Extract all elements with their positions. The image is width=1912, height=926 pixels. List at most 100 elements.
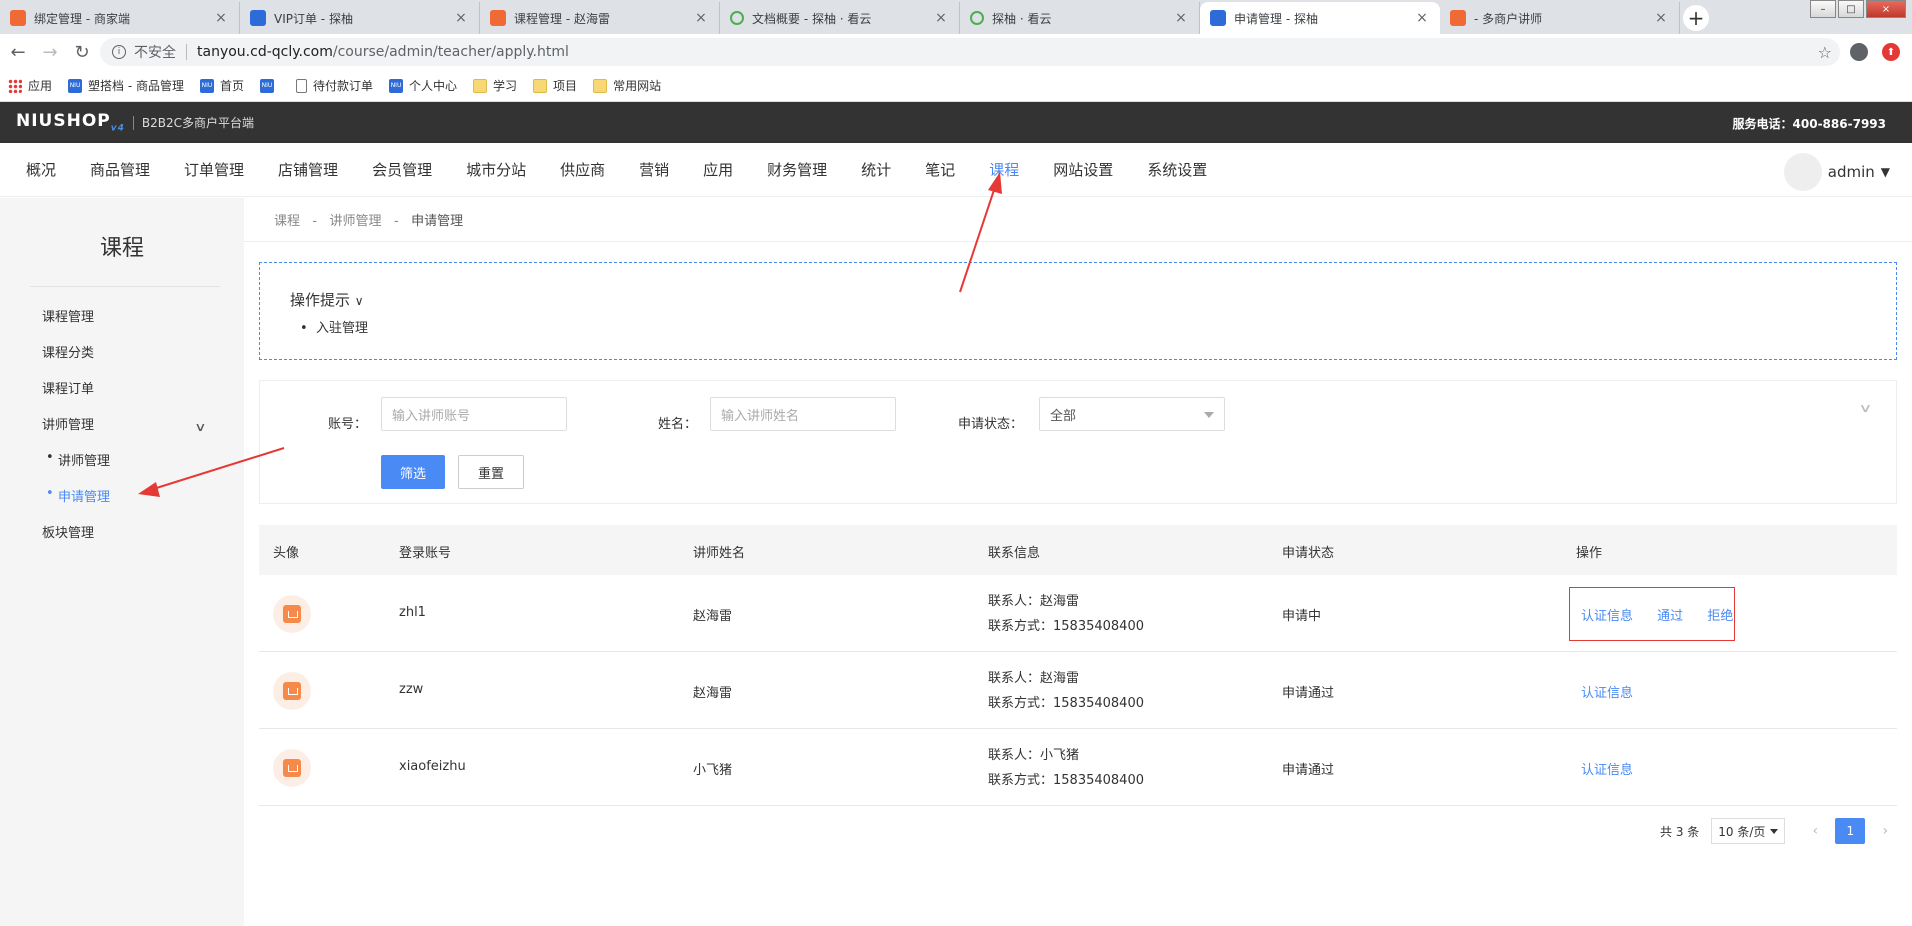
status-select[interactable]: 全部 <box>1039 397 1225 431</box>
tab-title: 文档概要 - 探柚 · 看云 <box>752 11 872 26</box>
nav-item-shops[interactable]: 店铺管理 <box>278 159 338 180</box>
bookmark-folder[interactable]: 常用网站 <box>593 77 661 94</box>
url-field[interactable]: i 不安全 tanyou.cd-qcly.com/course/admin/te… <box>100 38 1840 66</box>
chevron-down-icon[interactable]: ∨ <box>194 420 206 434</box>
maximize-icon[interactable]: □ <box>1838 0 1864 18</box>
cell-actions: 认证信息 <box>1581 682 1653 701</box>
browser-tab-active[interactable]: 申请管理 - 探柚 × <box>1200 2 1440 34</box>
prev-page-icon[interactable]: ‹ <box>1803 823 1827 839</box>
sidebar-item-blocks[interactable]: 板块管理 <box>42 522 94 541</box>
page-size-value: 10 条/页 <box>1718 824 1766 839</box>
avatar-placeholder-icon <box>283 759 301 777</box>
divider <box>30 286 220 287</box>
breadcrumb-item[interactable]: 课程 <box>274 214 300 229</box>
tips-toggle[interactable]: 操作提示 ∨ <box>290 289 364 310</box>
browser-tab[interactable]: - 多商户讲师 × <box>1440 2 1680 34</box>
browser-tab[interactable]: 课程管理 - 赵海雷 × <box>480 2 720 34</box>
nav-item-site-settings[interactable]: 网站设置 <box>1053 159 1113 180</box>
contact-phone: 联系方式：15835408400 <box>988 619 1144 634</box>
tips-title: 操作提示 <box>290 291 351 309</box>
tab-title: VIP订单 - 探柚 <box>274 11 353 26</box>
reload-icon[interactable]: ↻ <box>68 42 96 63</box>
nav-item-city[interactable]: 城市分站 <box>466 159 526 180</box>
view-certification-link[interactable]: 认证信息 <box>1581 686 1633 701</box>
collapse-chevron-icon[interactable]: ∨ <box>1859 401 1873 415</box>
nav-item-goods[interactable]: 商品管理 <box>90 159 150 180</box>
bookmark-item[interactable]: 待付款订单 <box>296 77 373 94</box>
tip-text: 入驻管理 <box>315 321 368 336</box>
browser-tab[interactable]: 绑定管理 - 商家端 × <box>0 2 240 34</box>
nav-item-apps[interactable]: 应用 <box>703 159 733 180</box>
cell-status: 申请通过 <box>1282 763 1335 778</box>
niu-icon: NIU <box>389 78 404 93</box>
bookmark-star-icon[interactable]: ☆ <box>1818 43 1832 62</box>
bookmark-item[interactable]: NIU <box>260 78 280 93</box>
nav-item-finance[interactable]: 财务管理 <box>767 159 827 180</box>
caret-down-icon: ▼ <box>1880 165 1890 179</box>
bookmark-item[interactable]: NIU 个人中心 <box>389 77 457 94</box>
table-header: 头像 登录账号 讲师姓名 联系信息 申请状态 操作 <box>259 525 1897 575</box>
contact-phone: 联系方式：15835408400 <box>988 696 1144 711</box>
close-tab-icon[interactable]: × <box>1653 10 1669 26</box>
nav-item-course[interactable]: 课程 <box>989 159 1019 180</box>
niu-icon: NIU <box>260 78 274 93</box>
sidebar-item-teacher-manage[interactable]: 讲师管理 <box>42 414 94 433</box>
close-tab-icon[interactable]: × <box>1414 10 1430 26</box>
reset-button[interactable]: 重置 <box>458 455 524 489</box>
highlight-box <box>1569 587 1735 641</box>
contact-person: 联系人：赵海雷 <box>988 671 1080 686</box>
profile-icon[interactable] <box>1850 43 1868 61</box>
nav-item-stats[interactable]: 统计 <box>861 159 891 180</box>
filter-button[interactable]: 筛选 <box>381 455 445 489</box>
sidebar-subitem-teachers[interactable]: 讲师管理 <box>46 450 110 469</box>
nav-item-supplier[interactable]: 供应商 <box>560 159 605 180</box>
sidebar-item-course-manage[interactable]: 课程管理 <box>42 306 94 325</box>
cell-name: 小飞猪 <box>693 763 733 778</box>
nav-item-system-settings[interactable]: 系统设置 <box>1147 159 1207 180</box>
browser-tab[interactable]: 探柚 · 看云 × <box>960 2 1200 34</box>
close-tab-icon[interactable]: × <box>213 10 229 26</box>
bookmark-item[interactable]: NIU 塑搭档 - 商品管理 <box>68 77 184 94</box>
name-input[interactable]: 输入讲师姓名 <box>710 397 896 431</box>
nav-item-marketing[interactable]: 营销 <box>639 159 669 180</box>
bookmark-folder[interactable]: 项目 <box>533 77 577 94</box>
close-tab-icon[interactable]: × <box>453 10 469 26</box>
user-menu[interactable]: admin ▼ <box>1783 153 1890 191</box>
bookmark-item[interactable]: NIU 首页 <box>199 77 244 94</box>
browser-tab[interactable]: VIP订单 - 探柚 × <box>240 2 480 34</box>
bookmark-folder[interactable]: 学习 <box>473 77 517 94</box>
browser-tab[interactable]: 文档概要 - 探柚 · 看云 × <box>720 2 960 34</box>
breadcrumb-item[interactable]: 讲师管理 <box>330 214 382 229</box>
close-tab-icon[interactable]: × <box>933 10 949 26</box>
view-certification-link[interactable]: 认证信息 <box>1581 763 1633 778</box>
applications-table: 头像 登录账号 讲师姓名 联系信息 申请状态 操作 zhl1 赵海雷 联系人：赵… <box>259 525 1897 806</box>
url-host: tanyou.cd-qcly.com <box>197 44 333 60</box>
sidebar-subitem-applications[interactable]: 申请管理 <box>46 486 110 505</box>
window-close-icon[interactable]: × <box>1866 0 1906 18</box>
sidebar-item-course-orders[interactable]: 课程订单 <box>42 378 94 397</box>
next-page-icon[interactable]: › <box>1873 823 1897 839</box>
divider <box>244 241 1912 242</box>
page-size-select[interactable]: 10 条/页 <box>1711 818 1786 844</box>
close-tab-icon[interactable]: × <box>693 10 709 26</box>
avatar-placeholder-icon <box>283 605 301 623</box>
new-tab-button[interactable]: + <box>1683 5 1709 31</box>
account-input[interactable]: 输入讲师账号 <box>381 397 567 431</box>
close-tab-icon[interactable]: × <box>1173 10 1189 26</box>
nav-item-orders[interactable]: 订单管理 <box>184 159 244 180</box>
back-arrow-icon[interactable]: ← <box>4 42 32 63</box>
nav-item-overview[interactable]: 概况 <box>26 159 56 180</box>
bookmark-apps[interactable]: 应用 <box>8 77 52 94</box>
page-number-current[interactable]: 1 <box>1835 818 1866 844</box>
nav-item-notes[interactable]: 笔记 <box>925 159 955 180</box>
sidebar-item-course-category[interactable]: 课程分类 <box>42 342 94 361</box>
info-icon[interactable]: i <box>112 45 126 59</box>
minimize-icon[interactable]: – <box>1810 0 1836 18</box>
extension-icon[interactable]: ⬆ <box>1882 43 1900 61</box>
breadcrumb-current: 申请管理 <box>411 214 464 229</box>
nav-item-members[interactable]: 会员管理 <box>372 159 432 180</box>
site-logo[interactable]: NIUSHOPv4 <box>16 111 125 133</box>
cell-contact: 联系人：赵海雷 联系方式：15835408400 <box>988 589 1144 639</box>
filter-panel: 账号： 输入讲师账号 姓名： 输入讲师姓名 申请状态： 全部 ∨ 筛选 重置 <box>259 380 1897 504</box>
forward-arrow-icon[interactable]: → <box>36 42 64 63</box>
